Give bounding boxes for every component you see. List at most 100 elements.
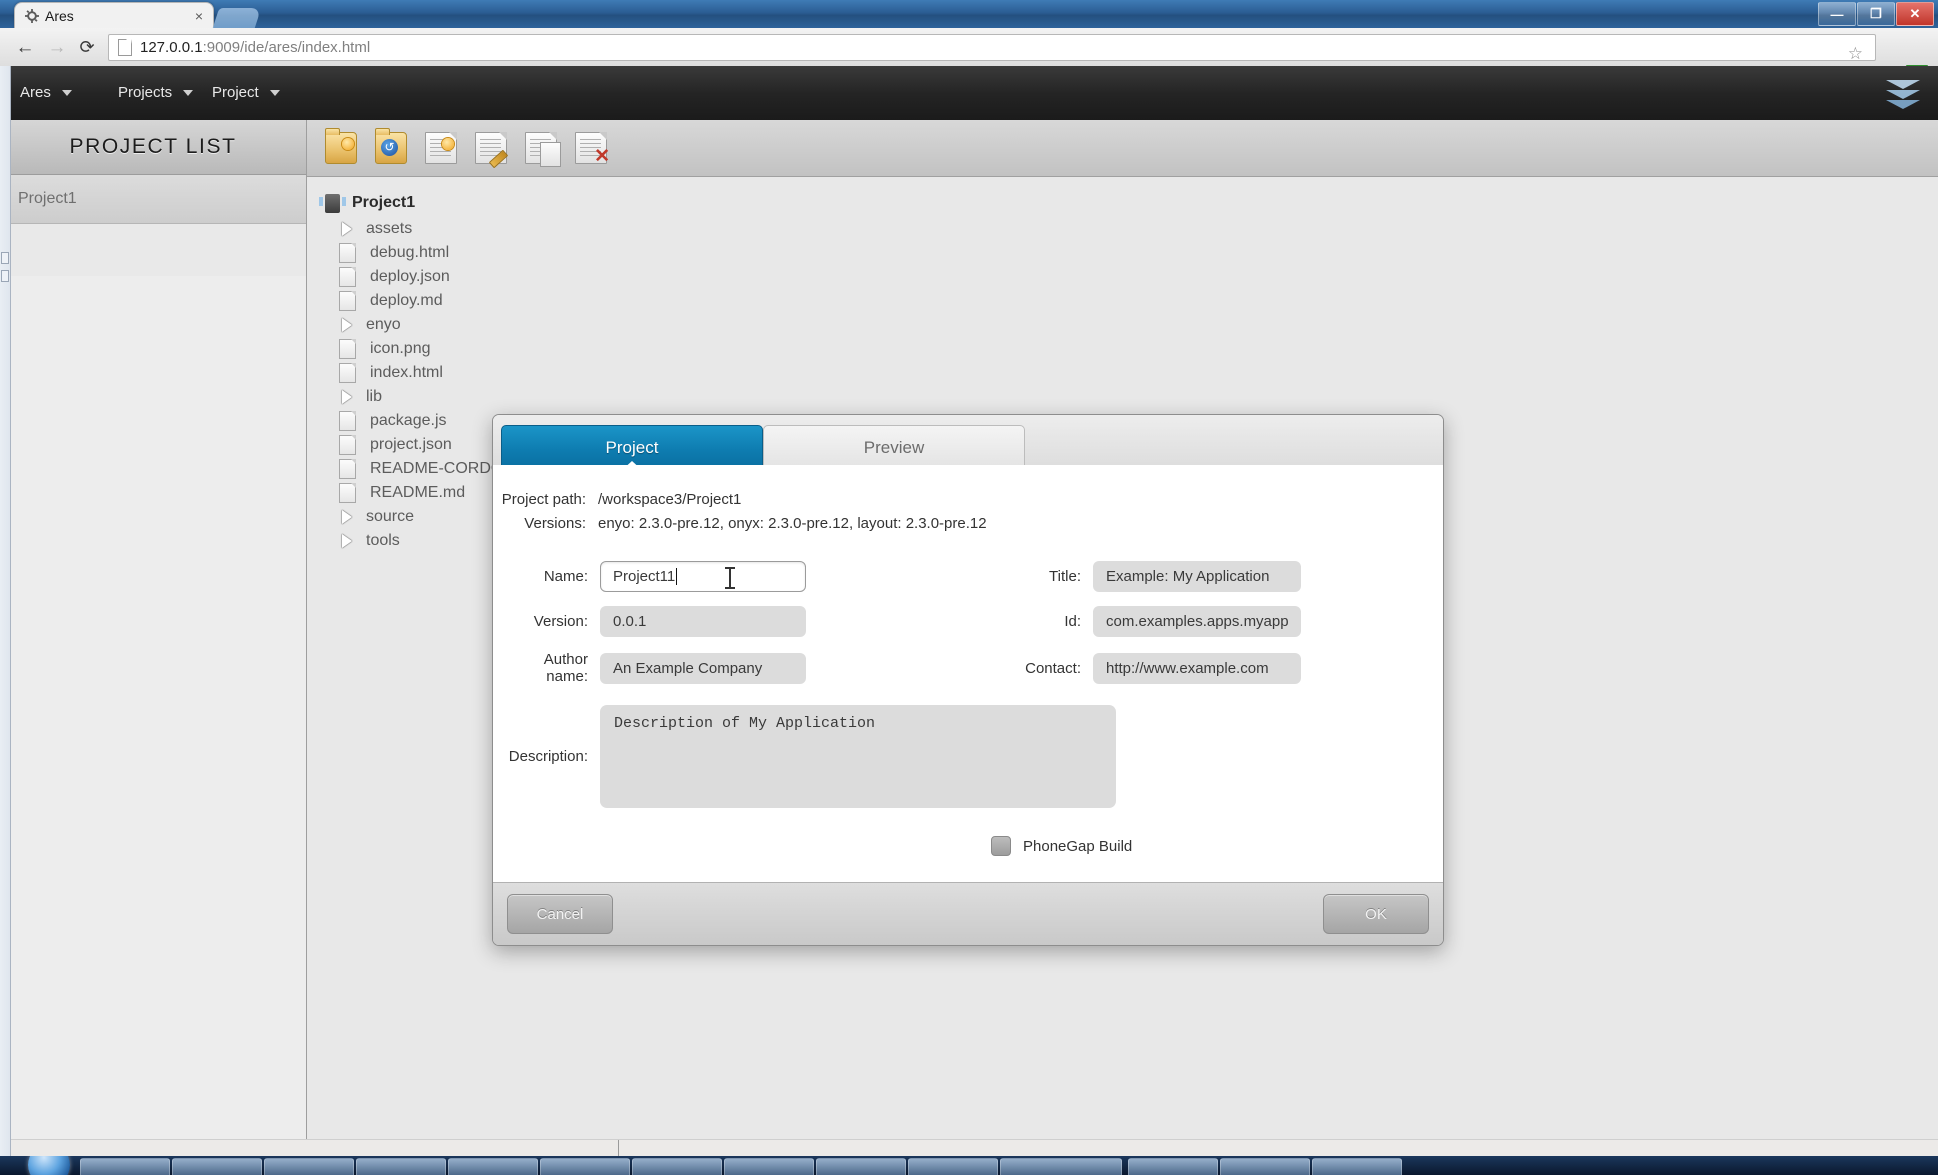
star-badge-icon: [342, 138, 354, 150]
menu-project[interactable]: Project: [212, 80, 280, 106]
taskbar-item[interactable]: [448, 1158, 538, 1175]
phonegap-build-checkbox[interactable]: [991, 836, 1011, 856]
version-input[interactable]: 0.0.1: [600, 606, 806, 637]
project-list-sidebar: PROJECT LIST Project1: [0, 120, 307, 1156]
browser-tab-ares[interactable]: Ares ×: [14, 2, 214, 29]
file-tree-item[interactable]: deploy.json: [325, 265, 1938, 289]
file-tree-root[interactable]: Project1: [319, 191, 1938, 215]
taskbar-item[interactable]: [724, 1158, 814, 1175]
start-button[interactable]: [28, 1156, 70, 1175]
refresh-folder-icon[interactable]: ↺: [375, 128, 407, 164]
taskbar-item[interactable]: [816, 1158, 906, 1175]
project-meta: Project path: /workspace3/Project1 Versi…: [493, 465, 1443, 532]
new-folder-icon[interactable]: [325, 128, 357, 164]
background-window-controls: [0, 246, 10, 288]
file-toolbar: ↺ ✕: [307, 120, 1938, 177]
form-row-author: Author name: An Example Company Contact: …: [493, 651, 1443, 685]
sidebar-item-project1[interactable]: Project1: [0, 175, 306, 224]
file-tree-item[interactable]: index.html: [325, 361, 1938, 385]
url-path: :9009/ide/ares/index.html: [202, 39, 371, 56]
file-icon: [339, 363, 356, 383]
file-tree-item[interactable]: debug.html: [325, 241, 1938, 265]
reload-button[interactable]: ⟳: [76, 37, 98, 57]
taskbar-item[interactable]: [356, 1158, 446, 1175]
file-tree-item[interactable]: enyo: [325, 313, 1938, 337]
tab-preview-label: Preview: [863, 438, 925, 457]
chevron-right-icon[interactable]: [342, 534, 352, 548]
text-caret: [676, 568, 678, 585]
description-textarea[interactable]: Description of My Application: [600, 705, 1116, 808]
menu-projects[interactable]: Projects: [118, 80, 194, 106]
id-label: Id:: [1064, 613, 1081, 630]
file-icon: [339, 411, 356, 431]
title-input[interactable]: Example: My Application: [1093, 561, 1301, 592]
copy-badge-icon: [540, 142, 561, 167]
menu-projects-label: Projects: [118, 84, 173, 101]
id-input[interactable]: com.examples.apps.myapp: [1093, 606, 1301, 637]
project-list-empty-area: [0, 276, 306, 1156]
taskbar-item[interactable]: [1220, 1158, 1310, 1175]
tab-close-icon[interactable]: ×: [195, 8, 203, 24]
delete-file-icon[interactable]: ✕: [575, 132, 610, 166]
name-input[interactable]: Project11: [600, 561, 806, 592]
windows-taskbar: [0, 1156, 1938, 1175]
taskbar-item[interactable]: [264, 1158, 354, 1175]
chevron-right-icon[interactable]: [342, 222, 352, 236]
project-path-label: Project path:: [501, 491, 586, 508]
chevron-right-icon[interactable]: [342, 390, 352, 404]
address-bar[interactable]: 127.0.0.1:9009/ide/ares/index.html ☆: [108, 34, 1876, 62]
window-close-button[interactable]: ✕: [1896, 2, 1934, 26]
form-row-name: Name: Project11 Title: Example: My Appli…: [493, 561, 1443, 592]
file-tree-item-label: assets: [366, 220, 413, 237]
rename-file-icon[interactable]: [475, 132, 509, 169]
taskbar-item[interactable]: [1312, 1158, 1402, 1175]
meta-row-versions: Versions: enyo: 2.3.0-pre.12, onyx: 2.3.…: [493, 515, 1443, 532]
title-input-value: Example: My Application: [1106, 568, 1270, 585]
taskbar-item[interactable]: [1000, 1158, 1122, 1175]
new-file-icon[interactable]: [425, 132, 457, 164]
duplicate-file-icon[interactable]: [525, 132, 561, 167]
bookmark-star-icon[interactable]: ☆: [1848, 45, 1863, 62]
file-icon: [339, 459, 356, 479]
file-tree-item-label: deploy.md: [370, 292, 443, 309]
chevron-right-icon[interactable]: [342, 510, 352, 524]
taskbar-item[interactable]: [172, 1158, 262, 1175]
file-tree-item[interactable]: deploy.md: [325, 289, 1938, 313]
chevron-icon: [1886, 89, 1920, 99]
ares-app: Ares Projects Project PROJECT LIST Proje…: [0, 66, 1938, 1156]
file-tree-item[interactable]: icon.png: [325, 337, 1938, 361]
description-label: Description:: [508, 748, 588, 765]
forward-button[interactable]: →: [46, 37, 68, 57]
taskbar-item[interactable]: [632, 1158, 722, 1175]
new-tab-button[interactable]: [212, 8, 262, 28]
chevron-right-icon[interactable]: [342, 318, 352, 332]
author-name-input[interactable]: An Example Company: [600, 652, 806, 684]
project-root-icon: [319, 193, 346, 213]
project-list-title: PROJECT LIST: [0, 120, 306, 175]
window-minimize-button[interactable]: —: [1818, 2, 1856, 26]
contact-input-value: http://www.example.com: [1106, 659, 1269, 677]
file-icon: [339, 339, 356, 359]
taskbar-item[interactable]: [540, 1158, 630, 1175]
ok-button[interactable]: OK: [1323, 894, 1429, 934]
cancel-button[interactable]: Cancel: [507, 894, 613, 934]
menu-ares[interactable]: Ares: [20, 80, 72, 106]
sidebar-item-label: Project1: [18, 190, 77, 207]
meta-row-project-path: Project path: /workspace3/Project1: [493, 491, 1443, 508]
project-path-value: /workspace3/Project1: [598, 491, 742, 508]
contact-input[interactable]: http://www.example.com: [1093, 652, 1301, 684]
file-tree-item-label: source: [366, 508, 415, 525]
file-tree-item-label: README.md: [370, 484, 466, 501]
file-tree-item-label: tools: [366, 532, 400, 549]
taskbar-item[interactable]: [80, 1158, 170, 1175]
file-tree-item[interactable]: assets: [325, 217, 1938, 241]
file-tree-item[interactable]: lib: [325, 385, 1938, 409]
url-host: 127.0.0.1: [140, 39, 203, 56]
back-button[interactable]: ←: [14, 37, 36, 57]
chevron-down-icon: [269, 90, 280, 96]
name-input-value: Project11: [613, 568, 676, 585]
taskbar-item[interactable]: [1128, 1158, 1218, 1175]
window-maximize-button[interactable]: ❐: [1857, 2, 1895, 26]
background-window-sliver[interactable]: [0, 66, 11, 1156]
taskbar-item[interactable]: [908, 1158, 998, 1175]
